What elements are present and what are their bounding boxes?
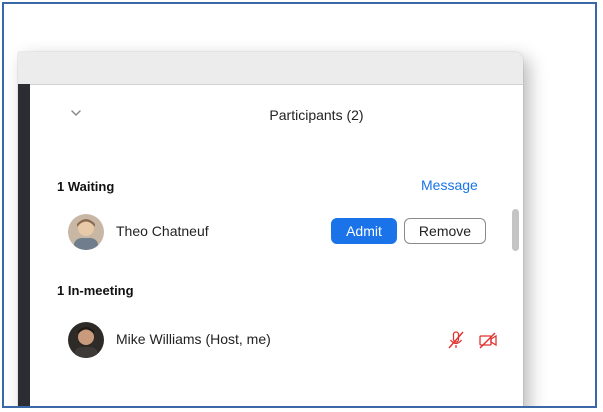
scrollbar-thumb[interactable]	[512, 209, 519, 251]
participants-window: Participants (2) 1 Waiting Message Theo …	[18, 52, 523, 406]
in-meeting-heading: 1 In-meeting	[57, 283, 134, 298]
video-off-icon[interactable]	[478, 330, 498, 350]
admit-button[interactable]: Admit	[331, 218, 397, 244]
screenshot-frame: Participants (2) 1 Waiting Message Theo …	[2, 2, 597, 408]
muted-microphone-icon[interactable]	[446, 330, 466, 350]
chevron-down-icon[interactable]	[70, 107, 82, 119]
meeting-sidebar-edge	[18, 84, 30, 406]
window-titlebar	[18, 52, 523, 85]
in-meeting-participant-row: Mike Williams (Host, me)	[68, 320, 498, 360]
avatar	[68, 322, 104, 358]
avatar	[68, 214, 104, 250]
waiting-heading: 1 Waiting	[57, 179, 115, 194]
message-link[interactable]: Message	[421, 177, 478, 193]
remove-button[interactable]: Remove	[404, 218, 486, 244]
panel-title: Participants (2)	[269, 107, 364, 123]
participant-name: Theo Chatneuf	[116, 223, 209, 239]
waiting-participant-row: Theo Chatneuf Admit Remove	[68, 212, 498, 252]
participant-name: Mike Williams (Host, me)	[116, 331, 271, 347]
scrollbar[interactable]	[510, 207, 522, 257]
participants-panel: Participants (2) 1 Waiting Message Theo …	[30, 85, 523, 406]
